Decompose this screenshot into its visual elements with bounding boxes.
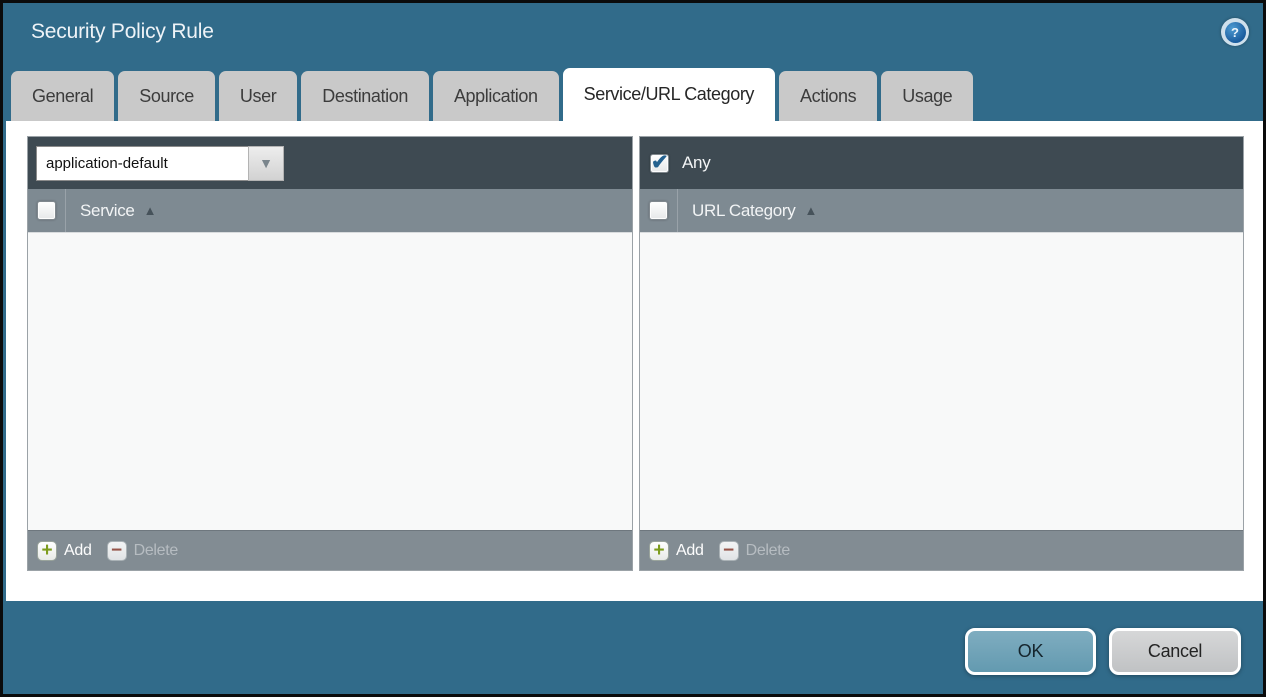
url-category-select-all-checkbox[interactable]: ✔ [649,201,668,220]
tab-general[interactable]: General [11,71,114,121]
service-select-all-checkbox[interactable]: ✔ [37,201,56,220]
tab-usage[interactable]: Usage [881,71,973,121]
url-category-panel-toolbar: + Add − Delete [640,530,1243,570]
tab-destination[interactable]: Destination [301,71,429,121]
cancel-button[interactable]: Cancel [1109,628,1241,675]
service-column-header[interactable]: Service ▲ [66,189,156,232]
url-category-add-button[interactable]: + Add [649,541,704,561]
question-mark-glyph: ? [1225,22,1246,43]
service-panel-toolbar: + Add − Delete [28,530,632,570]
ok-button[interactable]: OK [965,628,1096,675]
url-category-column-header[interactable]: URL Category ▲ [678,189,817,232]
service-type-input[interactable] [36,146,248,181]
delete-label: Delete [746,542,790,560]
minus-icon: − [719,541,739,561]
sort-ascending-icon: ▲ [144,203,157,218]
plus-icon: + [649,541,669,561]
sort-ascending-icon: ▲ [804,203,817,218]
chevron-down-icon: ▼ [259,155,273,171]
tab-service-url-category[interactable]: Service/URL Category [563,68,775,121]
tab-content-area: ▼ ✔ Service ▲ + Add [6,121,1266,601]
url-category-select-all-cell: ✔ [640,189,678,232]
tab-actions[interactable]: Actions [779,71,877,121]
dialog-title: Security Policy Rule [31,20,214,44]
any-checkbox[interactable]: ✔ [650,154,669,173]
any-row: ✔ Any [648,153,710,173]
service-column-label: Service [80,201,135,221]
tab-source[interactable]: Source [118,71,215,121]
help-icon[interactable]: ? [1221,18,1249,46]
delete-label: Delete [134,542,178,560]
url-category-column-label: URL Category [692,201,795,221]
url-category-column-header-row: ✔ URL Category ▲ [640,189,1243,233]
check-icon: ✔ [651,150,669,175]
tab-application[interactable]: Application [433,71,559,121]
url-category-delete-button[interactable]: − Delete [719,541,790,561]
service-type-combo: ▼ [36,146,284,181]
minus-icon: − [107,541,127,561]
tab-user[interactable]: User [219,71,297,121]
service-panel: ▼ ✔ Service ▲ + Add [27,136,633,571]
add-label: Add [676,542,704,560]
service-panel-header: ▼ [28,137,632,189]
service-list[interactable] [28,233,632,530]
service-select-all-cell: ✔ [28,189,66,232]
url-category-panel: ✔ Any ✔ URL Category ▲ [639,136,1244,571]
url-category-panel-header: ✔ Any [640,137,1243,189]
service-type-dropdown-button[interactable]: ▼ [248,146,284,181]
tab-bar: General Source User Destination Applicat… [11,68,973,121]
service-add-button[interactable]: + Add [37,541,92,561]
plus-icon: + [37,541,57,561]
service-delete-button[interactable]: − Delete [107,541,178,561]
any-label: Any [682,153,710,173]
add-label: Add [64,542,92,560]
security-policy-rule-dialog: Security Policy Rule ? General Source Us… [0,0,1266,697]
service-column-header-row: ✔ Service ▲ [28,189,632,233]
url-category-list[interactable] [640,233,1243,530]
